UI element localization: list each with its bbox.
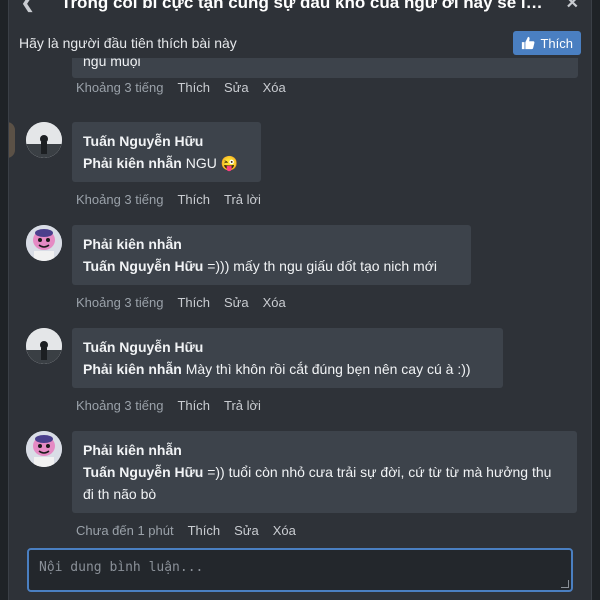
close-icon[interactable]: ✕: [549, 0, 579, 13]
resize-handle[interactable]: [561, 580, 569, 588]
comments-modal: ❮ Trong cõi bi cực tận cùng sự đau khổ c…: [8, 0, 592, 600]
edit-action[interactable]: Sửa: [224, 295, 249, 310]
comment-mention[interactable]: Tuấn Nguyễn Hữu: [83, 464, 203, 480]
avatar[interactable]: [26, 225, 62, 261]
comment-author[interactable]: Tuấn Nguyễn Hữu: [83, 130, 250, 152]
cartoon-avatar-icon: [26, 431, 62, 467]
avatar[interactable]: [26, 122, 62, 158]
comment-meta: Khoảng 3 tiếng Thích Sửa Xóa: [76, 80, 286, 95]
photo-avatar-icon: [26, 122, 62, 158]
avatar[interactable]: [26, 431, 62, 467]
comment-bubble: Tuấn Nguyễn Hữu Phải kiên nhẫn Mày thì k…: [72, 328, 503, 388]
avatar[interactable]: [26, 328, 62, 364]
comment-time: Chưa đến 1 phút: [76, 523, 174, 538]
comment-input[interactable]: [29, 550, 571, 590]
comment-text: Mày thì khôn rồi cắt đúng bẹn nên cay cú…: [181, 361, 471, 377]
comment-author[interactable]: Phải kiên nhẫn: [83, 439, 566, 461]
comment-meta: Khoảng 3 tiếng Thích Trả lời: [76, 398, 261, 413]
reply-action[interactable]: Trả lời: [224, 398, 261, 413]
comment-text: ngu muội: [83, 58, 141, 69]
comment-meta: Khoảng 3 tiếng Thích Sửa Xóa: [76, 295, 286, 310]
comment-time: Khoảng 3 tiếng: [76, 295, 164, 310]
comment-time: Khoảng 3 tiếng: [76, 80, 164, 95]
like-action[interactable]: Thích: [177, 192, 210, 207]
like-action[interactable]: Thích: [177, 295, 210, 310]
comment-bubble: Phải kiên nhẫn Tuấn Nguyễn Hữu =)) tuổi …: [72, 431, 577, 513]
like-bar: Hãy là người đầu tiên thích bài này Thíc…: [9, 26, 591, 60]
comment-mention[interactable]: Tuấn Nguyễn Hữu: [83, 258, 203, 274]
edit-action[interactable]: Sửa: [234, 523, 259, 538]
delete-action[interactable]: Xóa: [263, 295, 286, 310]
cartoon-avatar-icon: [26, 225, 62, 261]
comment-list: ngu muội Khoảng 3 tiếng Thích Sửa Xóa Tu…: [9, 58, 591, 542]
delete-action[interactable]: Xóa: [263, 80, 286, 95]
modal-title: Trong cõi bi cực tận cùng sự đau khổ của…: [61, 0, 549, 12]
reply-action[interactable]: Trả lời: [224, 192, 261, 207]
modal-header: ❮ Trong cõi bi cực tận cùng sự đau khổ c…: [9, 0, 591, 18]
comment-meta: Chưa đến 1 phút Thích Sửa Xóa: [76, 523, 296, 538]
comment-bubble: Tuấn Nguyễn Hữu Phải kiên nhẫn NGU 😜: [72, 122, 261, 182]
like-action[interactable]: Thích: [177, 80, 210, 95]
comment-author[interactable]: Phải kiên nhẫn: [83, 233, 460, 255]
chevron-left-icon[interactable]: ❮: [21, 0, 61, 13]
comment-bubble: Phải kiên nhẫn Tuấn Nguyễn Hữu =))) mấy …: [72, 225, 471, 285]
comment-time: Khoảng 3 tiếng: [76, 192, 164, 207]
comment-composer: [27, 548, 573, 592]
comment-mention[interactable]: Phải kiên nhẫn: [83, 361, 182, 377]
like-action[interactable]: Thích: [188, 523, 221, 538]
like-prompt: Hãy là người đầu tiên thích bài này: [19, 35, 237, 51]
like-button[interactable]: Thích: [513, 31, 581, 55]
comment-bubble: ngu muội: [72, 58, 578, 78]
comment-meta: Khoảng 3 tiếng Thích Trả lời: [76, 192, 261, 207]
comment-mention[interactable]: Phải kiên nhẫn: [83, 155, 182, 171]
thumbs-up-icon: [522, 36, 535, 50]
like-action[interactable]: Thích: [177, 398, 210, 413]
photo-avatar-icon: [26, 328, 62, 364]
background-avatar: [9, 122, 15, 158]
delete-action[interactable]: Xóa: [273, 523, 296, 538]
comment-text: NGU 😜: [181, 155, 239, 171]
comment-text: =))) mấy th ngu giấu dốt tạo nich mới: [203, 258, 438, 274]
comment-author[interactable]: Tuấn Nguyễn Hữu: [83, 336, 492, 358]
like-button-label: Thích: [540, 35, 573, 51]
edit-action[interactable]: Sửa: [224, 80, 249, 95]
comment-time: Khoảng 3 tiếng: [76, 398, 164, 413]
